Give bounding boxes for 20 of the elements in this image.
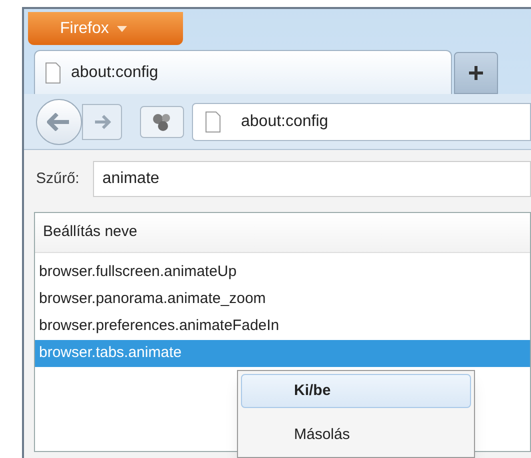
plus-icon (469, 66, 483, 80)
new-tab-button[interactable] (454, 52, 498, 94)
identity-icon (152, 112, 172, 132)
menu-item[interactable]: Ki/be (241, 374, 471, 408)
preference-row[interactable]: browser.fullscreen.animateUp (35, 259, 530, 286)
caret-icon (116, 26, 127, 32)
preference-row[interactable]: browser.panorama.animate_zoom (35, 286, 530, 313)
forward-arrow-icon (93, 114, 111, 128)
page-icon (45, 62, 61, 84)
browser-tab[interactable]: about:config (34, 50, 452, 94)
column-header[interactable]: Beállítás neve (35, 213, 530, 252)
preference-row[interactable]: browser.preferences.animateFadeIn (35, 313, 530, 340)
filter-label: Szűrő: (36, 168, 80, 189)
connection-button[interactable] (140, 106, 184, 138)
back-arrow-icon (47, 112, 71, 130)
back-button[interactable] (36, 98, 82, 144)
menu-item[interactable]: Másolás (241, 418, 471, 452)
page-icon (205, 110, 221, 132)
filter-field[interactable]: animate (93, 161, 531, 197)
address-bar[interactable]: about:config (192, 102, 531, 140)
